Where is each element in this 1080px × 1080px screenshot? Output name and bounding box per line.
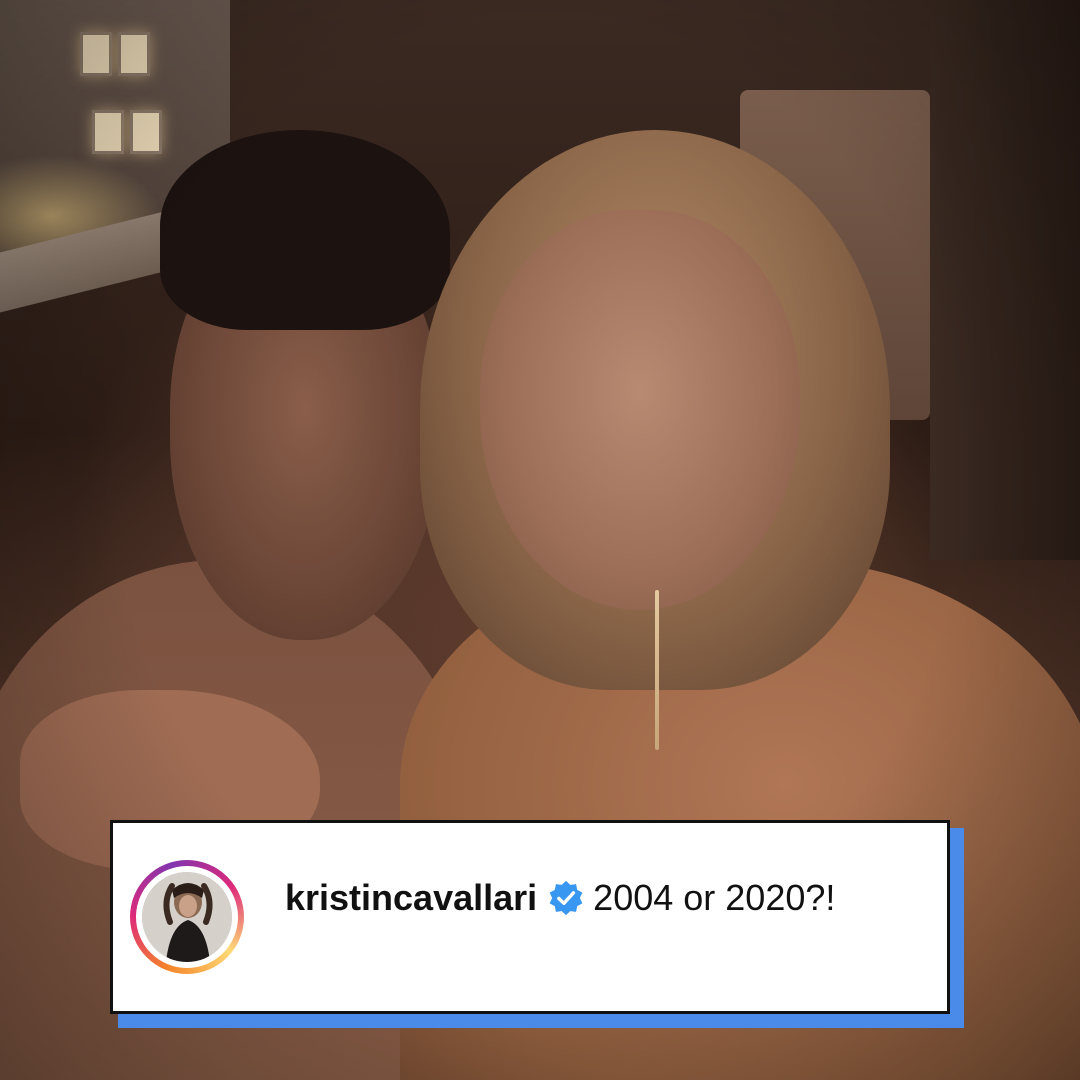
man-hair xyxy=(160,130,450,330)
username-link[interactable]: kristincavallari xyxy=(285,877,537,919)
avatar-ring-gap xyxy=(136,866,238,968)
building-window xyxy=(92,110,124,154)
profile-avatar[interactable] xyxy=(142,872,232,962)
verified-badge-icon xyxy=(547,879,585,917)
building-window xyxy=(80,32,112,76)
background-wall xyxy=(930,0,1080,560)
avatar-image-icon xyxy=(142,872,232,962)
building-window xyxy=(118,32,150,76)
woman-face xyxy=(480,210,800,610)
caption-line: kristincavallari 2004 or 2020?! xyxy=(285,872,835,924)
necklace xyxy=(655,590,659,750)
photo-background: kristincavallari 2004 or 2020?! xyxy=(0,0,1080,1080)
story-ring[interactable] xyxy=(130,860,244,974)
building-window xyxy=(130,110,162,154)
caption-text: 2004 or 2020?! xyxy=(593,877,836,918)
